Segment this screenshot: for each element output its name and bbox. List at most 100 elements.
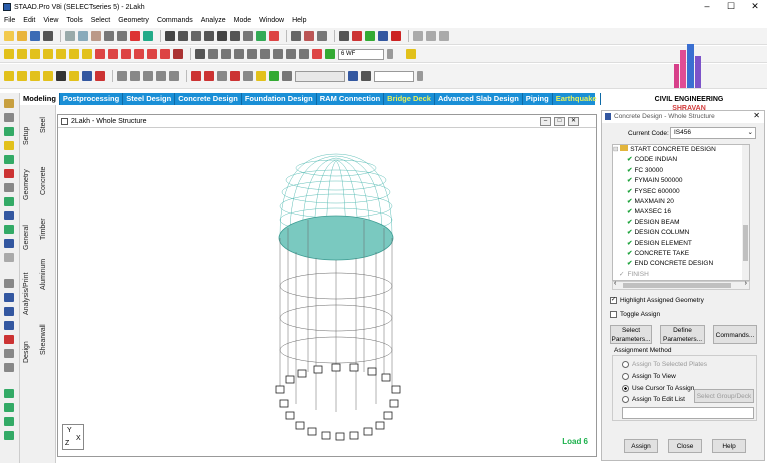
- load-case-combo[interactable]: [295, 70, 345, 82]
- delete-view-icon[interactable]: [439, 31, 449, 41]
- cut-icon[interactable]: [65, 31, 75, 41]
- tool-icon-15[interactable]: [4, 307, 14, 316]
- tool-icon-12[interactable]: [4, 253, 14, 262]
- tool-icon-18[interactable]: [4, 349, 14, 358]
- tab-foundation-design[interactable]: Foundation Design: [242, 93, 317, 105]
- menu-analyze[interactable]: Analyze: [197, 17, 230, 24]
- print-icon[interactable]: [43, 31, 53, 41]
- zoom-out-icon[interactable]: [221, 49, 231, 59]
- menu-view[interactable]: View: [39, 17, 62, 24]
- tree-item[interactable]: ✔ END CONCRETE DESIGN: [613, 259, 749, 269]
- toggle-assign-checkbox[interactable]: Toggle Assign: [610, 311, 660, 318]
- tool-icon-7[interactable]: [4, 183, 14, 192]
- vtab-general[interactable]: General: [23, 225, 30, 250]
- tree-finish[interactable]: ✓ FINISH: [613, 270, 749, 280]
- add-plate-icon[interactable]: [204, 71, 214, 81]
- checkbox-checked[interactable]: ✓: [610, 297, 617, 304]
- front-view-icon[interactable]: [17, 49, 27, 59]
- menu-commands[interactable]: Commands: [153, 17, 197, 24]
- undo-icon[interactable]: [104, 31, 114, 41]
- error-icon[interactable]: [269, 31, 279, 41]
- vtab-concrete[interactable]: Concrete: [40, 167, 47, 195]
- tool-icon-10[interactable]: [4, 225, 14, 234]
- tool-icon-1[interactable]: [4, 99, 14, 108]
- supports-cursor-icon[interactable]: [95, 71, 105, 81]
- scale-combo[interactable]: [374, 70, 414, 82]
- view-close-button[interactable]: ✕: [568, 117, 579, 126]
- vtab-analysis[interactable]: Analysis/Print: [23, 273, 30, 315]
- copy-icon[interactable]: [78, 31, 88, 41]
- tab-earthquake[interactable]: Earthquake: [553, 93, 601, 105]
- reset-icon[interactable]: [325, 49, 335, 59]
- check-icon[interactable]: [256, 31, 266, 41]
- maximize-button[interactable]: ☐: [719, 0, 743, 14]
- 3d-rendering-icon[interactable]: [173, 49, 183, 59]
- vtab-geometry[interactable]: Geometry: [23, 169, 30, 200]
- tab-advanced-slab-design[interactable]: Advanced Slab Design: [435, 93, 523, 105]
- tree-item[interactable]: ✔ CODE INDIAN: [613, 155, 749, 165]
- tab-piping[interactable]: Piping: [523, 93, 553, 105]
- tree-item[interactable]: ✔ DESIGN BEAM: [613, 218, 749, 228]
- panel-close-icon[interactable]: ✕: [753, 111, 760, 120]
- left-view-icon[interactable]: [43, 49, 53, 59]
- beam-icon[interactable]: [191, 31, 201, 41]
- circular-repeat-icon[interactable]: [143, 71, 153, 81]
- node-icon[interactable]: [178, 31, 188, 41]
- tab-postprocessing[interactable]: Postprocessing: [60, 93, 124, 105]
- tree-scrollbar[interactable]: [742, 145, 749, 280]
- menu-window[interactable]: Window: [255, 17, 288, 24]
- tab-concrete-design[interactable]: Concrete Design: [175, 93, 242, 105]
- tool-icon-5[interactable]: [4, 155, 14, 164]
- tool-icon-21[interactable]: [4, 403, 14, 412]
- plates-cursor-icon[interactable]: [30, 71, 40, 81]
- add-beam-icon[interactable]: [191, 71, 201, 81]
- pan-icon[interactable]: [260, 49, 270, 59]
- tree-item[interactable]: ✔ FYSEC 600000: [613, 187, 749, 197]
- physical-member-icon[interactable]: [82, 71, 92, 81]
- tool-icon-20[interactable]: [4, 389, 14, 398]
- rotate-right-icon[interactable]: [134, 49, 144, 59]
- tree-item[interactable]: ✔ FC 30000: [613, 166, 749, 176]
- flag-icon[interactable]: [352, 31, 362, 41]
- tool-icon-4[interactable]: [4, 141, 14, 150]
- move-icon[interactable]: [117, 71, 127, 81]
- top-view-icon[interactable]: [69, 49, 79, 59]
- vtab-aluminum[interactable]: Aluminum: [40, 259, 47, 290]
- insert-node-icon[interactable]: [243, 71, 253, 81]
- right-view-icon[interactable]: [56, 49, 66, 59]
- structure-icon[interactable]: [143, 31, 153, 41]
- view-maximize-button[interactable]: □: [554, 117, 565, 126]
- tool-icon-22[interactable]: [4, 417, 14, 426]
- tool-icon-6[interactable]: [4, 169, 14, 178]
- close-panel-button[interactable]: Close: [668, 439, 702, 453]
- tree-root[interactable]: ⊟ START CONCRETE DESIGN: [613, 145, 749, 155]
- highlight-checkbox[interactable]: ✓ Highlight Assigned Geometry: [610, 297, 704, 304]
- menu-help[interactable]: Help: [288, 17, 310, 24]
- menu-tools[interactable]: Tools: [62, 17, 86, 24]
- plate-icon[interactable]: [204, 31, 214, 41]
- section-combo[interactable]: 6 WF: [338, 48, 384, 60]
- zoom-window-icon[interactable]: [234, 49, 244, 59]
- menu-select[interactable]: Select: [87, 17, 114, 24]
- bottom-view-icon[interactable]: [82, 49, 92, 59]
- connect-beams-icon[interactable]: [230, 71, 240, 81]
- checkbox-unchecked[interactable]: [610, 311, 617, 318]
- snap-grid-icon[interactable]: [165, 31, 175, 41]
- assign-button[interactable]: Assign: [624, 439, 658, 453]
- help-book-icon[interactable]: [378, 31, 388, 41]
- zoom-icon[interactable]: [130, 31, 140, 41]
- spin-right-icon[interactable]: [160, 49, 170, 59]
- solid-icon[interactable]: [217, 31, 227, 41]
- magnet-icon[interactable]: [339, 31, 349, 41]
- design-command-tree[interactable]: ⊟ START CONCRETE DESIGN ✔ CODE INDIAN ✔ FC…: [612, 144, 750, 281]
- tree-hscrollbar[interactable]: ‹ ›: [612, 280, 750, 290]
- help-button[interactable]: Help: [712, 439, 746, 453]
- nodes-cursor-icon[interactable]: [4, 71, 14, 81]
- tool-icon-11[interactable]: [4, 239, 14, 248]
- define-parameters-button[interactable]: Define Parameters...: [660, 325, 705, 344]
- tree-hscrollbar-thumb[interactable]: [623, 283, 731, 288]
- assign-edit-list-radio[interactable]: Assign To Edit List: [622, 396, 685, 403]
- rotate-up-icon[interactable]: [95, 49, 105, 59]
- vtab-timber[interactable]: Timber: [40, 218, 47, 240]
- mirror-icon[interactable]: [156, 71, 166, 81]
